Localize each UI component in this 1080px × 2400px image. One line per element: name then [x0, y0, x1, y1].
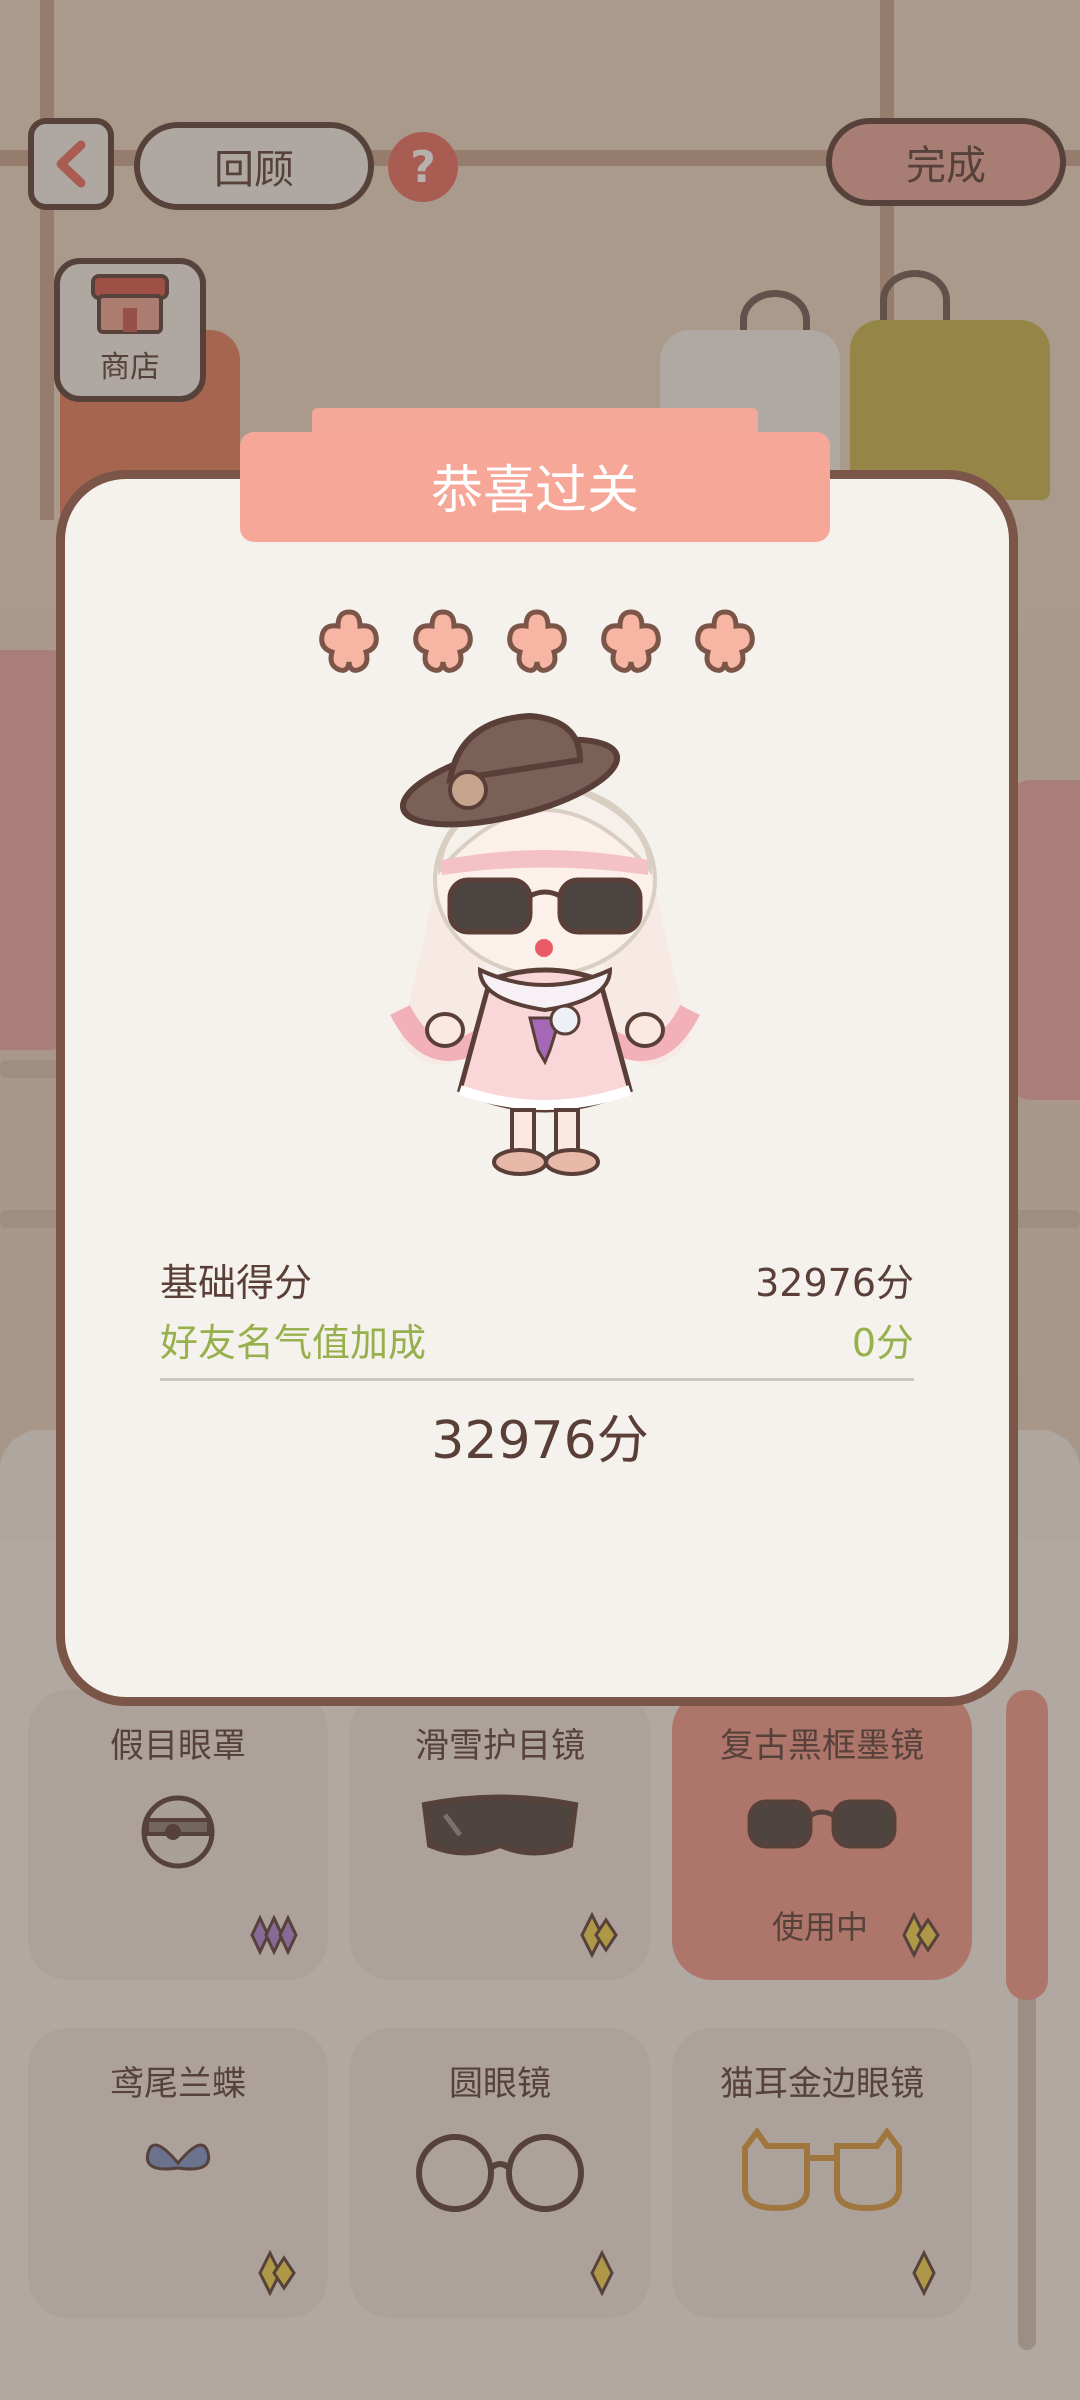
base-score-label: 基础得分 [160, 1261, 313, 1305]
score-divider [160, 1378, 914, 1381]
flower-star-icon [601, 609, 661, 673]
flower-star-icon [507, 609, 567, 673]
friend-bonus-row: 好友名气值加成 0分 [160, 1312, 914, 1367]
base-score-row: 基础得分 32976分 [160, 1252, 914, 1307]
character-avatar [390, 712, 700, 1176]
title-ribbon: 恭喜过关 [240, 404, 830, 552]
base-score-value: 32976分 [755, 1261, 914, 1305]
flower-star-icon [695, 609, 755, 673]
dialog-title: 恭喜过关 [430, 461, 639, 521]
friend-bonus-label: 好友名气值加成 [160, 1321, 427, 1365]
friend-bonus-value: 0分 [851, 1321, 914, 1365]
star-rating [314, 606, 760, 676]
flower-star-icon [413, 609, 473, 673]
flower-star-icon [319, 609, 379, 673]
total-score: 32976分 [431, 1411, 649, 1471]
